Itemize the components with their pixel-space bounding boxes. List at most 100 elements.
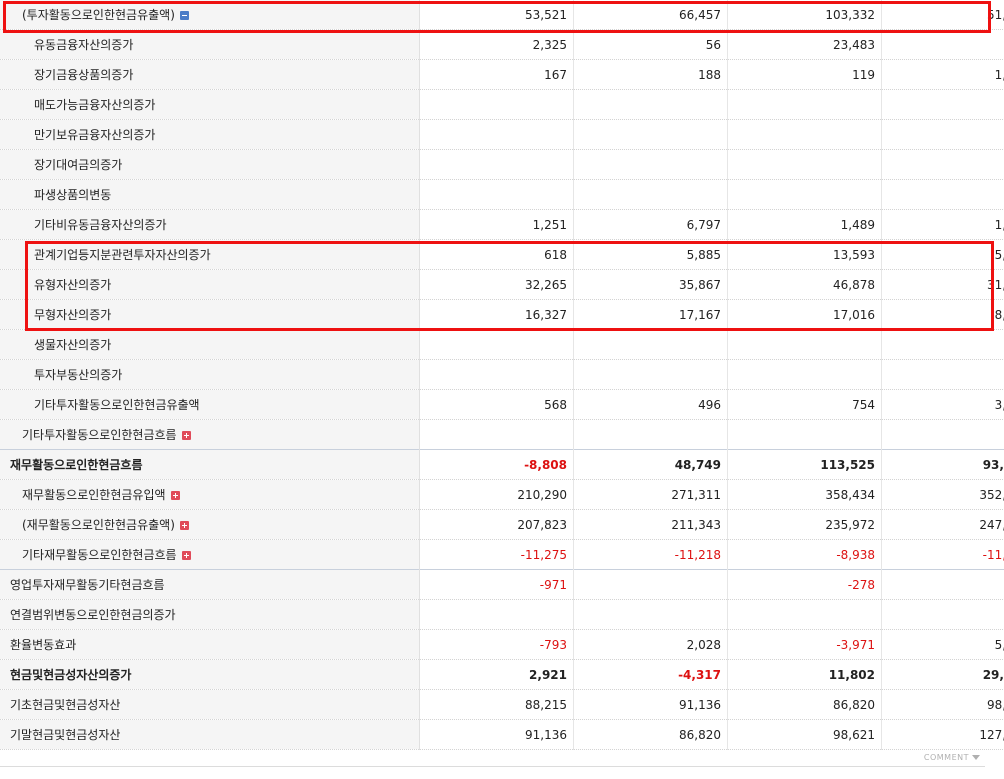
value-cell: 119	[727, 59, 882, 90]
expand-icon[interactable]	[179, 521, 189, 530]
row-label: 기타투자활동으로인한현금유출액	[34, 398, 200, 412]
table-row: 장기대여금의증가	[0, 149, 1004, 180]
row-label: 유형자산의증가	[34, 278, 112, 292]
value-cell	[419, 119, 574, 150]
value-cell: 754	[727, 389, 882, 420]
row-label-cell: 기타비유동금융자산의증가	[0, 209, 420, 240]
expand-icon[interactable]	[181, 431, 191, 440]
value-cell: 618	[419, 239, 574, 270]
row-label-cell: 무형자산의증가	[0, 299, 420, 330]
value-cell: -278	[727, 569, 882, 600]
row-label: 유동금융자산의증가	[34, 38, 134, 52]
table-row: 연결범위변동으로인한현금의증가	[0, 599, 1004, 630]
value-cell: -3,971	[727, 629, 882, 660]
value-cell	[573, 329, 728, 360]
value-cell: 113,525	[727, 449, 882, 480]
value-cell: 23,483	[727, 29, 882, 60]
row-label: 기초현금및현금성자산	[10, 698, 121, 712]
row-label-cell: 기타투자활동으로인한현금유출액	[0, 389, 420, 420]
value-cell: 88,215	[419, 689, 574, 720]
value-cell	[573, 569, 728, 600]
value-cell: 211,343	[573, 509, 728, 540]
value-cell: 53,521	[419, 0, 574, 30]
table-row: 유동금융자산의증가 2,325 56 23,483	[0, 29, 1004, 60]
value-cell: 66,457	[573, 0, 728, 30]
table-row: 영업투자재무활동기타현금흐름 -971 -278	[0, 569, 1004, 600]
value-cell: 31,081	[881, 269, 1004, 300]
table-row: 만기보유금융자산의증가	[0, 119, 1004, 150]
expand-icon[interactable]	[170, 491, 180, 500]
expand-icon[interactable]	[181, 551, 191, 560]
value-cell: 207,823	[419, 509, 574, 540]
value-cell	[881, 89, 1004, 120]
table-row: 재무활동으로인한현금흐름 -8,80848,749113,52593,255	[0, 449, 1004, 480]
value-cell: 103,332	[727, 0, 882, 30]
value-cell	[419, 329, 574, 360]
row-label: 생물자산의증가	[34, 338, 112, 352]
row-label-cell: 현금및현금성자산의증가	[0, 659, 420, 690]
value-cell: 48,749	[573, 449, 728, 480]
table-row: 기초현금및현금성자산 88,21591,13686,82098,621	[0, 689, 1004, 720]
row-label-cell: (재무활동으로인한현금유출액)	[0, 509, 420, 540]
value-cell: 496	[573, 389, 728, 420]
value-cell: 2,325	[419, 29, 574, 60]
value-cell: 271,311	[573, 479, 728, 510]
value-cell: 98,621	[727, 719, 882, 750]
value-cell	[573, 89, 728, 120]
value-cell	[881, 599, 1004, 630]
row-label: 무형자산의증가	[34, 308, 112, 322]
table-row: 파생상품의변동	[0, 179, 1004, 210]
value-cell: -4,317	[573, 659, 728, 690]
value-cell	[881, 29, 1004, 60]
table-row: 관계기업등지분관련투자자산의증가 6185,88513,5935,321	[0, 239, 1004, 270]
value-cell	[727, 149, 882, 180]
table-row: 장기금융상품의증가 1671881191,247	[0, 59, 1004, 90]
value-cell: -11,218	[573, 539, 728, 570]
row-label: (투자활동으로인한현금유출액)	[22, 8, 175, 22]
row-label-cell: 투자부동산의증가	[0, 359, 420, 390]
value-cell	[881, 359, 1004, 390]
row-label-cell: 생물자산의증가	[0, 329, 420, 360]
value-cell: 29,020	[881, 659, 1004, 690]
row-label: 기타재무활동으로인한현금흐름	[22, 548, 177, 562]
value-cell: 98,621	[881, 689, 1004, 720]
value-cell: 51,798	[881, 0, 1004, 30]
value-cell: 568	[419, 389, 574, 420]
value-cell: 56	[573, 29, 728, 60]
table-row: 기타비유동금융자산의증가 1,2516,7971,4891,692	[0, 209, 1004, 240]
value-cell: 1,247	[881, 59, 1004, 90]
row-label-cell: 관계기업등지분관련투자자산의증가	[0, 239, 420, 270]
value-cell	[727, 359, 882, 390]
value-cell: 86,820	[727, 689, 882, 720]
row-label-cell: 만기보유금융자산의증가	[0, 119, 420, 150]
row-label-cell: 장기금융상품의증가	[0, 59, 420, 90]
value-cell: 17,016	[727, 299, 882, 330]
row-label-cell: (투자활동으로인한현금유출액)	[0, 0, 420, 30]
row-label-cell: 기초현금및현금성자산	[0, 689, 420, 720]
row-label: 영업투자재무활동기타현금흐름	[10, 578, 165, 592]
value-cell: 167	[419, 59, 574, 90]
value-cell	[727, 329, 882, 360]
value-cell	[419, 179, 574, 210]
table-row: (재무활동으로인한현금유출액) 207,823211,343235,972247,…	[0, 509, 1004, 540]
row-label: 기타투자활동으로인한현금흐름	[22, 428, 177, 442]
row-label-cell: 유동금융자산의증가	[0, 29, 420, 60]
row-label-cell: 파생상품의변동	[0, 179, 420, 210]
value-cell: 358,434	[727, 479, 882, 510]
row-label-cell: 환율변동효과	[0, 629, 420, 660]
value-cell: -971	[419, 569, 574, 600]
value-cell	[419, 359, 574, 390]
value-cell: 210,290	[419, 479, 574, 510]
table-row: (투자활동으로인한현금유출액) 53,52166,457103,33251,798	[0, 0, 1004, 30]
table-row: 매도가능금융자산의증가	[0, 89, 1004, 120]
value-cell: 247,000	[881, 509, 1004, 540]
comment-toggle[interactable]: COMMENT	[924, 753, 980, 762]
row-label-cell: 기타투자활동으로인한현금흐름	[0, 419, 420, 450]
table-row: 투자부동산의증가	[0, 359, 1004, 390]
value-cell: -8,938	[727, 539, 882, 570]
collapse-icon[interactable]	[179, 11, 189, 20]
row-label: 파생상품의변동	[34, 188, 112, 202]
value-cell	[573, 359, 728, 390]
value-cell: -11,866	[881, 539, 1004, 570]
value-cell	[881, 569, 1004, 600]
